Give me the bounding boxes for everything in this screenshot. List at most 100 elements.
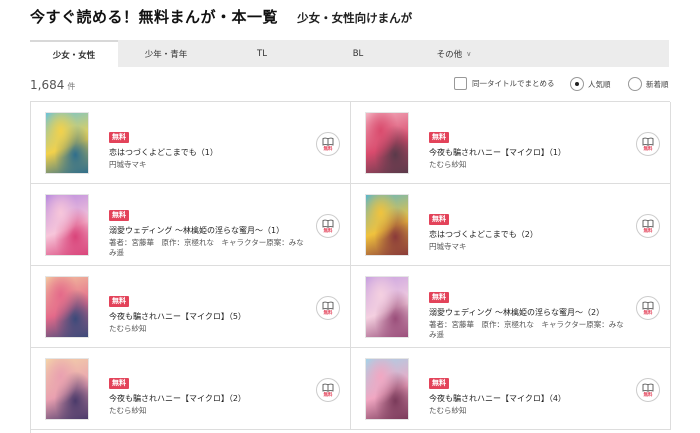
book-author[interactable]: たむら紗知: [429, 160, 629, 170]
sort-popular-option[interactable]: 人気順: [570, 77, 611, 91]
book-author[interactable]: 著者：宮藤華 原作：京極れな キャラクター原案：みなみ遥: [429, 320, 629, 340]
book-title[interactable]: 溺愛ウェディング ～林檎姫の淫らな蜜月～（1）: [109, 225, 309, 236]
read-free-button[interactable]: 無料: [636, 296, 660, 320]
book-cover-image[interactable]: [365, 358, 409, 420]
read-free-button[interactable]: 無料: [316, 132, 340, 156]
read-free-label: 無料: [323, 310, 333, 316]
read-free-button[interactable]: 無料: [636, 132, 660, 156]
book-info: 無料 恋はつづくよどこまでも（2） 円城寺マキ: [429, 206, 629, 252]
book-icon: [642, 301, 654, 310]
result-count-value: 1,684: [30, 78, 65, 92]
book-info: 無料 今夜も騙されハニー【マイクロ】（2） たむら紗知: [109, 370, 309, 416]
read-free-button[interactable]: 無料: [316, 296, 340, 320]
category-tabs: 少女・女性 少年・青年 TL BL その他 ∨: [30, 40, 669, 67]
read-free-button[interactable]: 無料: [316, 378, 340, 402]
book-cover-image[interactable]: [45, 194, 89, 256]
result-count: 1,684 件: [30, 78, 75, 92]
book-title[interactable]: 恋はつづくよどこまでも（2）: [429, 229, 629, 240]
read-free-label: 無料: [323, 146, 333, 152]
sort-new-option[interactable]: 新着順: [628, 77, 669, 91]
sort-popular-label: 人気順: [588, 79, 611, 89]
page-subtitle: 少女・女性向けまんが: [297, 11, 413, 25]
tab-shoujo-josei[interactable]: 少女・女性: [30, 40, 118, 67]
read-free-button[interactable]: 無料: [636, 378, 660, 402]
page-title: 今すぐ読める！無料まんが・本一覧: [30, 8, 279, 26]
read-free-label: 無料: [643, 146, 653, 152]
book-title[interactable]: 溺愛ウェディング ～林檎姫の淫らな蜜月～（2）: [429, 307, 629, 318]
book-cover-image[interactable]: [365, 194, 409, 256]
book-card[interactable]: 無料 恋はつづくよどこまでも（1） 円城寺マキ 無料: [31, 102, 351, 184]
free-badge: 無料: [429, 378, 449, 389]
book-icon: [322, 383, 334, 392]
free-badge: 無料: [109, 132, 129, 143]
book-card[interactable]: 無料 溺愛ウェディング ～林檎姫の淫らな蜜月～（1） 著者：宮藤華 原作：京極れ…: [31, 184, 351, 266]
book-grid: 無料 恋はつづくよどこまでも（1） 円城寺マキ 無料 無料 今夜も騙されハニー【…: [30, 101, 671, 433]
book-title[interactable]: 今夜も騙されハニー【マイクロ】（1）: [429, 147, 629, 158]
book-card[interactable]: 無料 今夜も騙されハニー【マイクロ】（4） たむら紗知 無料: [351, 348, 671, 430]
book-author[interactable]: たむら紗知: [109, 324, 309, 334]
book-card[interactable]: 無料 恋はつづくよどこまでも（2） 円城寺マキ 無料: [351, 184, 671, 266]
tab-label: 少女・女性: [52, 50, 96, 61]
tab-bl[interactable]: BL: [310, 40, 406, 67]
book-icon: [642, 383, 654, 392]
read-free-label: 無料: [643, 310, 653, 316]
read-free-label: 無料: [323, 228, 333, 234]
page-header: 今すぐ読める！無料まんが・本一覧 少女・女性向けまんが: [30, 6, 412, 26]
book-icon: [642, 137, 654, 146]
free-badge: 無料: [429, 214, 449, 225]
free-badge: 無料: [109, 296, 129, 307]
book-card[interactable]: 無料 今夜も騙されハニー【マイクロ】（5） たむら紗知 無料: [31, 266, 351, 348]
sort-new-label: 新着順: [646, 79, 669, 89]
tab-label: BL: [352, 48, 364, 59]
book-icon: [642, 219, 654, 228]
tab-label: その他: [436, 49, 463, 60]
group-same-title-checkbox[interactable]: [454, 77, 467, 90]
book-icon: [322, 137, 334, 146]
book-title[interactable]: 今夜も騙されハニー【マイクロ】（4）: [429, 393, 629, 404]
tab-label: TL: [257, 48, 267, 59]
free-badge: 無料: [109, 378, 129, 389]
result-toolbar: 1,684 件 同一タイトルでまとめる 人気順 新着順: [30, 77, 670, 94]
book-info: 無料 溺愛ウェディング ～林檎姫の淫らな蜜月～（2） 著者：宮藤華 原作：京極れ…: [429, 284, 629, 340]
book-cover-image[interactable]: [45, 276, 89, 338]
read-free-label: 無料: [643, 392, 653, 398]
book-cover-image[interactable]: [45, 358, 89, 420]
group-same-title-label: 同一タイトルでまとめる: [472, 79, 555, 88]
book-card[interactable]: 無料 今夜も騙されハニー【マイクロ】（1） たむら紗知 無料: [351, 102, 671, 184]
book-icon: [322, 219, 334, 228]
book-info: 無料 今夜も騙されハニー【マイクロ】（1） たむら紗知: [429, 124, 629, 170]
book-title[interactable]: 今夜も騙されハニー【マイクロ】（2）: [109, 393, 309, 404]
tab-shounen-seinen[interactable]: 少年・青年: [118, 40, 214, 67]
book-info: 無料 溺愛ウェディング ～林檎姫の淫らな蜜月～（1） 著者：宮藤華 原作：京極れ…: [109, 202, 309, 258]
book-card[interactable]: 無料 今夜も騙されハニー【マイクロ】（2） たむら紗知 無料: [31, 348, 351, 430]
book-info: 無料 恋はつづくよどこまでも（1） 円城寺マキ: [109, 124, 309, 170]
sort-new-radio[interactable]: [628, 77, 642, 91]
book-info: 無料 今夜も騙されハニー【マイクロ】（4） たむら紗知: [429, 370, 629, 416]
book-cover-image[interactable]: [45, 112, 89, 174]
free-badge: 無料: [429, 132, 449, 143]
read-free-label: 無料: [323, 392, 333, 398]
book-icon: [322, 301, 334, 310]
free-badge: 無料: [429, 292, 449, 303]
book-author[interactable]: たむら紗知: [109, 406, 309, 416]
chevron-down-icon: ∨: [466, 49, 472, 58]
book-title[interactable]: 今夜も騙されハニー【マイクロ】（5）: [109, 311, 309, 322]
group-same-title-toggle[interactable]: 同一タイトルでまとめる: [454, 77, 555, 90]
book-cover-image[interactable]: [365, 112, 409, 174]
book-author[interactable]: 著者：宮藤華 原作：京極れな キャラクター原案：みなみ遥: [109, 238, 309, 258]
book-title[interactable]: 恋はつづくよどこまでも（1）: [109, 147, 309, 158]
book-cover-image[interactable]: [365, 276, 409, 338]
tab-label: 少年・青年: [144, 49, 188, 60]
result-count-unit: 件: [67, 82, 76, 91]
tab-tl[interactable]: TL: [214, 40, 310, 67]
book-info: 無料 今夜も騙されハニー【マイクロ】（5） たむら紗知: [109, 288, 309, 334]
read-free-button[interactable]: 無料: [636, 214, 660, 238]
book-author[interactable]: 円城寺マキ: [429, 242, 629, 252]
read-free-label: 無料: [643, 228, 653, 234]
read-free-button[interactable]: 無料: [316, 214, 340, 238]
tab-other[interactable]: その他 ∨: [406, 40, 502, 67]
book-author[interactable]: たむら紗知: [429, 406, 629, 416]
book-card[interactable]: 無料 溺愛ウェディング ～林檎姫の淫らな蜜月～（2） 著者：宮藤華 原作：京極れ…: [351, 266, 671, 348]
book-author[interactable]: 円城寺マキ: [109, 160, 309, 170]
sort-popular-radio[interactable]: [570, 77, 584, 91]
